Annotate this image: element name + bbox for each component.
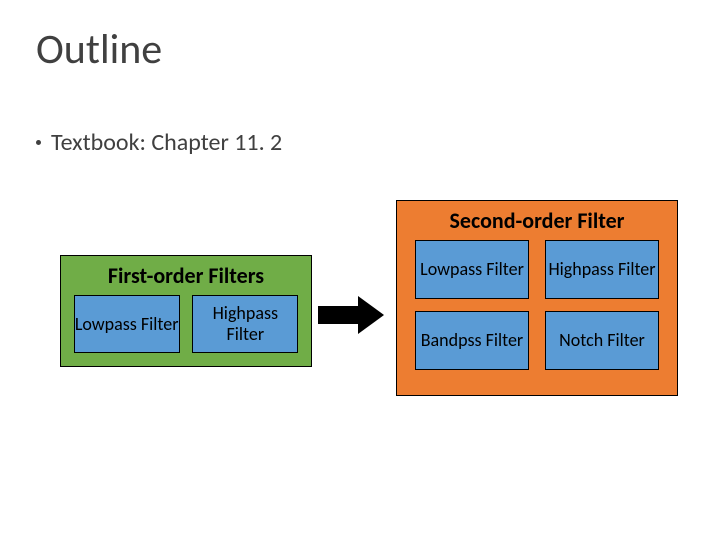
first-lowpass: Lowpass Filter: [74, 295, 180, 353]
first-order-box: First-order Filters Lowpass Filter Highp…: [60, 255, 312, 367]
slide: Outline Textbook: Chapter 11. 2 First-or…: [0, 0, 720, 540]
arrow-icon: [318, 296, 384, 334]
bullet-row: Textbook: Chapter 11. 2: [36, 128, 282, 157]
bullet-dot-icon: [36, 140, 41, 145]
first-highpass: Highpass Filter: [192, 295, 298, 353]
second-bandpass: Bandpss Filter: [415, 311, 529, 370]
second-order-box: Second-order Filter Lowpass Filter Highp…: [396, 200, 678, 396]
bullet-text: Textbook: Chapter 11. 2: [51, 128, 282, 157]
second-order-title: Second-order Filter: [397, 207, 677, 234]
second-notch: Notch Filter: [545, 311, 659, 370]
second-lowpass: Lowpass Filter: [415, 240, 529, 299]
second-highpass: Highpass Filter: [545, 240, 659, 299]
first-order-title: First-order Filters: [61, 262, 311, 289]
second-order-grid: Lowpass Filter Highpass Filter Bandpss F…: [397, 234, 677, 384]
page-title: Outline: [36, 24, 162, 75]
first-order-row: Lowpass Filter Highpass Filter: [61, 295, 311, 353]
